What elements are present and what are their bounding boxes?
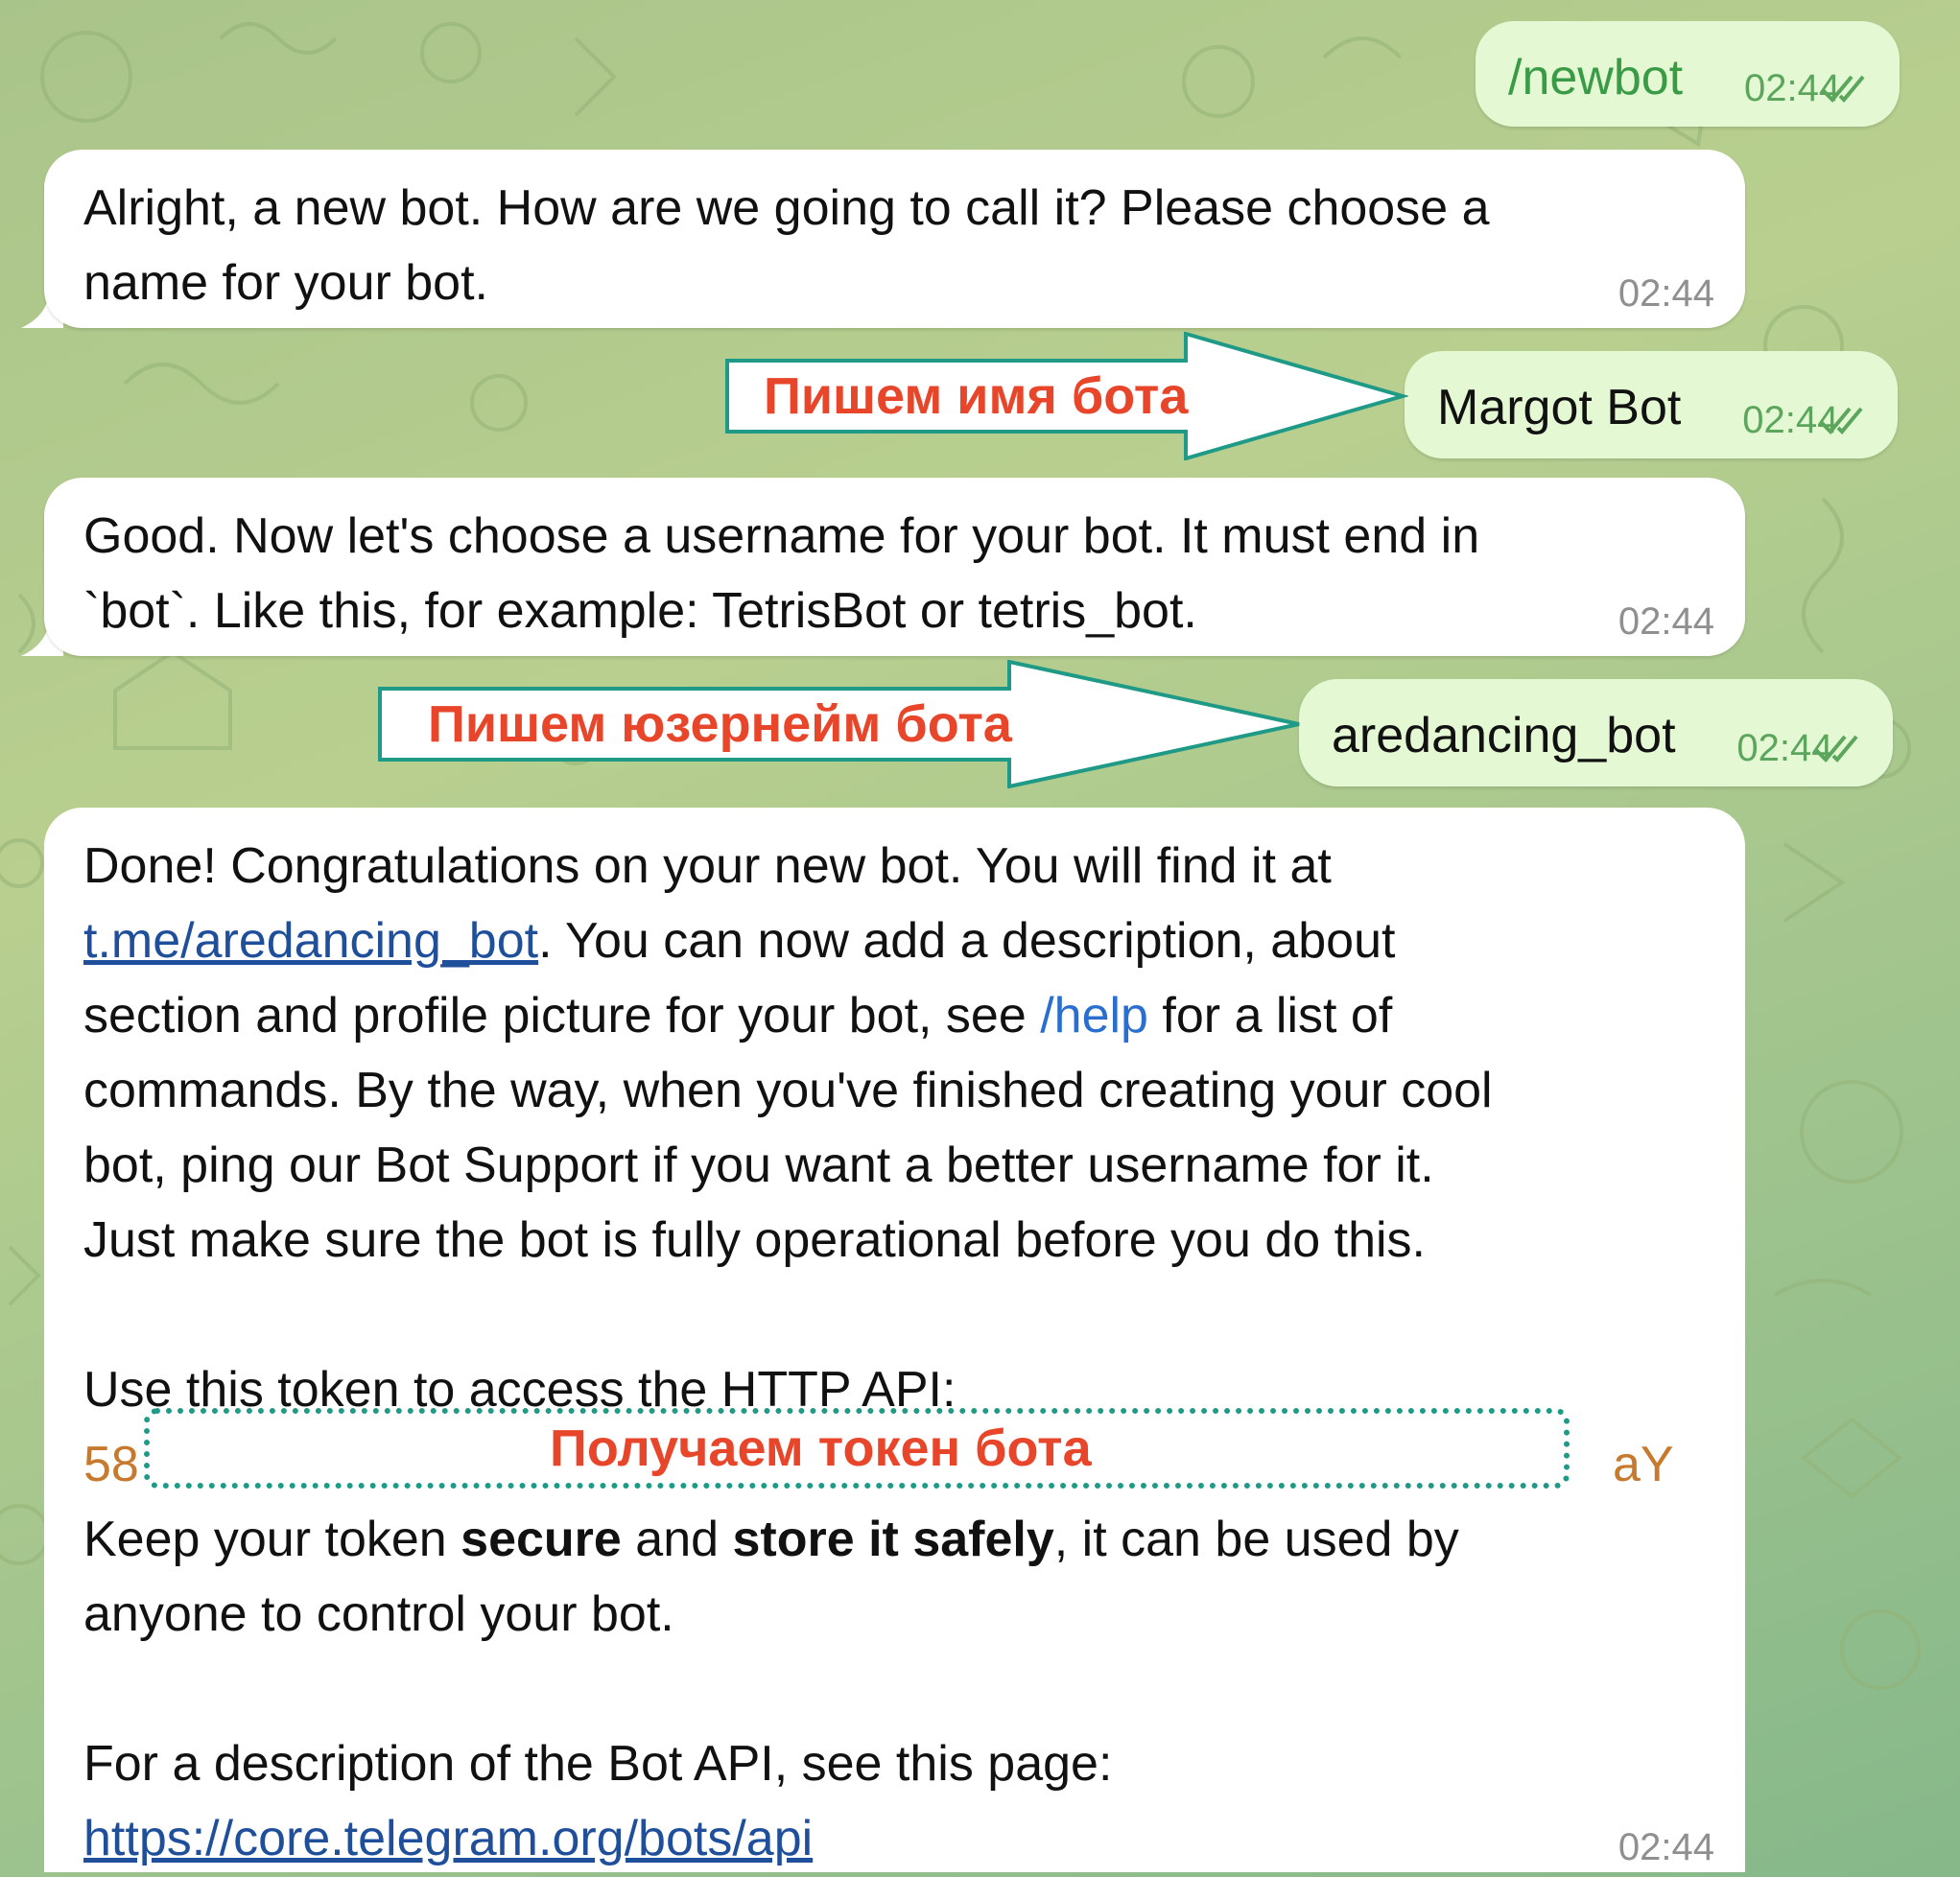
message-line: bot, ping our Bot Support if you want a … <box>83 1138 1434 1193</box>
incoming-message[interactable]: Alright, a new bot. How are we going to … <box>44 150 1745 328</box>
outgoing-message[interactable]: aredancing_bot 02:44 <box>1299 679 1893 786</box>
message-line: For a description of the Bot API, see th… <box>83 1736 1113 1792</box>
bot-api-link[interactable]: https://core.telegram.org/bots/api <box>83 1811 813 1866</box>
message-line: https://core.telegram.org/bots/api <box>83 1801 1601 1876</box>
token-end: aY <box>1613 1437 1674 1492</box>
message-line: anyone to control your bot. <box>83 1586 674 1642</box>
token-start: 58 <box>83 1437 139 1492</box>
message-line: name for your bot. <box>83 255 488 311</box>
message-line: Done! Congratulations on your new bot. Y… <box>83 838 1332 894</box>
incoming-message[interactable]: Good. Now let's choose a username for yo… <box>44 478 1745 656</box>
message-line: commands. By the way, when you've finish… <box>83 1063 1493 1118</box>
message-text: /newbot <box>1508 50 1684 106</box>
message-text: Margot Bot <box>1437 380 1682 435</box>
message-line: Good. Now let's choose a username for yo… <box>83 508 1480 564</box>
message-text: aredancing_bot <box>1332 708 1676 763</box>
outgoing-message[interactable]: Margot Bot 02:44 <box>1405 351 1899 458</box>
incoming-message[interactable]: Done! Congratulations on your new bot. Y… <box>44 808 1745 1872</box>
message-line: t.me/aredancing_bot. You can now add a d… <box>83 913 1396 969</box>
message-line: Just make sure the bot is fully operatio… <box>83 1212 1426 1268</box>
help-command-link[interactable]: /help <box>1040 988 1148 1044</box>
double-check-icon <box>1821 75 1865 103</box>
message-time: 02:44 <box>1618 600 1714 643</box>
message-line: `bot`. Like this, for example: TetrisBot… <box>83 583 1197 639</box>
message-line: Keep your token secure and store it safe… <box>83 1512 1459 1567</box>
annotation-label: Получаем токен бота <box>550 1419 1092 1477</box>
double-check-icon <box>1819 407 1863 434</box>
message-line: Alright, a new bot. How are we going to … <box>83 180 1490 236</box>
double-check-icon <box>1814 735 1858 763</box>
message-line: section and profile picture for your bot… <box>83 988 1393 1044</box>
annotation-label: Пишем юзернейм бота <box>428 695 1012 753</box>
message-time: 02:44 <box>1618 1826 1714 1868</box>
bot-link[interactable]: t.me/aredancing_bot <box>83 913 538 969</box>
message-time: 02:44 <box>1618 272 1714 315</box>
annotation-label: Пишем имя бота <box>764 367 1189 425</box>
outgoing-message[interactable]: /newbot 02:44 <box>1476 21 1901 127</box>
